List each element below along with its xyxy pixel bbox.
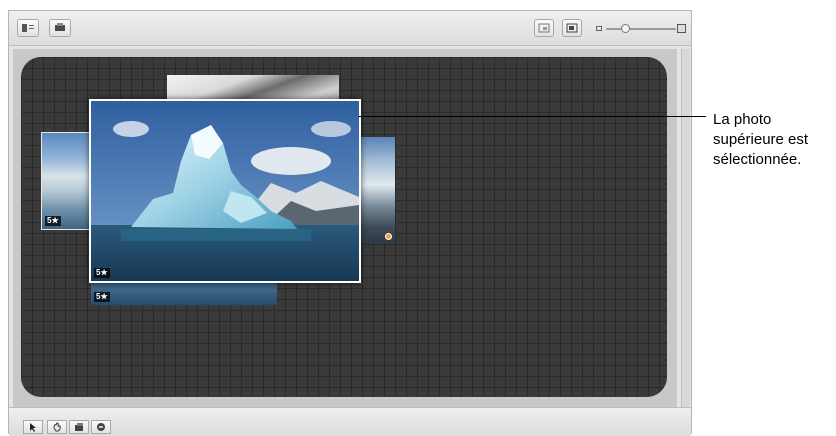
eraser-icon xyxy=(97,423,105,431)
pointer-icon xyxy=(30,423,36,432)
light-table-icon xyxy=(55,23,65,31)
stack-icon xyxy=(75,423,83,431)
slider-knob[interactable] xyxy=(621,24,631,33)
light-table-window: 5★ 5★ 5★ xyxy=(8,10,692,436)
zoom-in-icon xyxy=(677,24,686,33)
hand-icon xyxy=(53,422,61,432)
eraser-tool-button[interactable] xyxy=(91,420,111,434)
rating-badge: 5★ xyxy=(94,268,110,278)
zoom-actual-icon xyxy=(566,23,578,33)
callout-line-3: sélectionnée. xyxy=(713,151,802,168)
callout-line-2: supérieure est xyxy=(713,131,809,148)
stack-tool-button[interactable] xyxy=(69,420,89,434)
bottom-toolbar xyxy=(9,407,691,436)
flag-icon xyxy=(22,24,34,32)
zoom-slider[interactable] xyxy=(596,23,686,35)
color-label-badge xyxy=(385,233,392,240)
zoom-actual-button[interactable] xyxy=(562,19,582,37)
iceberg-image xyxy=(91,101,359,281)
vertical-scrollbar[interactable] xyxy=(681,49,690,407)
hand-tool-button[interactable] xyxy=(47,420,67,434)
rating-badge: 5★ xyxy=(45,216,61,226)
callout-line-1: La photo xyxy=(713,111,772,128)
slider-track xyxy=(606,28,676,30)
light-table-button[interactable] xyxy=(49,19,71,37)
zoom-fit-button[interactable] xyxy=(534,19,554,37)
callout-line xyxy=(358,116,706,117)
rating-badge: 5★ xyxy=(94,292,110,302)
top-toolbar xyxy=(9,11,691,46)
pointer-tool-button[interactable] xyxy=(23,420,43,434)
zoom-out-icon xyxy=(596,26,602,31)
callout-text: La photo supérieure est sélectionnée. xyxy=(713,110,836,170)
photo-selected-top[interactable]: 5★ xyxy=(89,99,361,283)
zoom-fit-icon xyxy=(538,23,550,33)
photo-left[interactable]: 5★ xyxy=(41,132,93,230)
photo-right[interactable] xyxy=(359,137,395,243)
flag-button[interactable] xyxy=(17,19,39,37)
